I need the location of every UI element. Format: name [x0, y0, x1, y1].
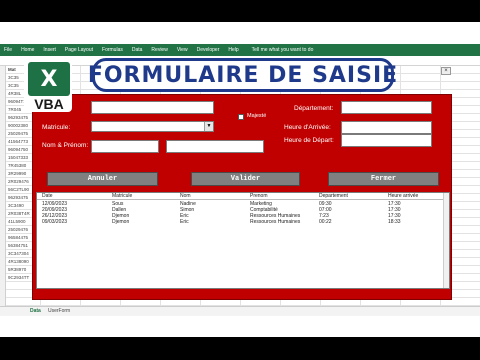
cell[interactable]: 2R038T4R: [8, 210, 34, 218]
list-cell: Djemon: [112, 219, 130, 225]
label-heure-depart: Heure de Départ:: [284, 137, 334, 144]
col-header-date: Date: [42, 193, 53, 199]
col-header-heure-arrivee: Heure arrivée: [388, 193, 419, 199]
cell[interactable]: 9C2934TT: [8, 274, 34, 282]
listbox-header: Date Matricule Nom Prenom Departement He…: [37, 193, 449, 200]
ribbon-tab-review[interactable]: Review: [151, 47, 167, 53]
valider-button[interactable]: Valider: [191, 172, 300, 186]
label-heure-arrivee: Heure d'Arrivée:: [284, 124, 331, 131]
cell[interactable]: 3C3490: [8, 202, 34, 210]
departement-field[interactable]: [341, 101, 432, 114]
cell[interactable]: 7R45380: [8, 162, 34, 170]
page-title: FORMULAIRE DE SAISIE: [87, 62, 399, 88]
list-row[interactable]: 09/03/2023 Djemon Eric Ressources Humain…: [37, 219, 449, 225]
list-cell: 18:33: [388, 219, 401, 225]
prenom-field[interactable]: [166, 140, 264, 153]
cell[interactable]: 15047333: [8, 154, 34, 162]
label-nom-prenom: Nom & Prénom:: [42, 142, 89, 149]
excel-icon: X: [28, 62, 70, 96]
ribbon-tab-formulas[interactable]: Formulas: [102, 47, 123, 53]
excel-vba-logo: X VBA: [24, 60, 72, 112]
cell[interactable]: 41L5900: [8, 218, 34, 226]
ribbon-tab-page-layout[interactable]: Page Layout: [65, 47, 93, 53]
cell[interactable]: 25029475: [8, 130, 34, 138]
fermer-button[interactable]: Fermer: [328, 172, 439, 186]
cell[interactable]: 3R29990: [8, 170, 34, 178]
cell[interactable]: 96293475: [8, 114, 34, 122]
col-header-prenom: Prenom: [250, 193, 268, 199]
cell[interactable]: 96094750: [8, 146, 34, 154]
majeste-checkbox[interactable]: [238, 114, 244, 120]
label-majeste: Majesté: [247, 113, 267, 119]
row-headers: [0, 66, 6, 306]
records-listbox[interactable]: Date Matricule Nom Prenom Departement He…: [36, 192, 450, 289]
title-banner: FORMULAIRE DE SAISIE: [88, 58, 397, 92]
cell[interactable]: 41564773: [8, 138, 34, 146]
sheet-tabs-bar: Data UserForm: [0, 306, 480, 316]
list-cell: Eric: [180, 219, 189, 225]
heure-arrivee-field[interactable]: [341, 121, 432, 134]
ribbon-tab-home[interactable]: Home: [21, 47, 34, 53]
label-matricule: Matricule:: [42, 124, 71, 131]
cell[interactable]: 90002380: [8, 122, 34, 130]
ribbon-tabs: File Home Insert Page Layout Formulas Da…: [0, 44, 480, 56]
ribbon-tab-data[interactable]: Data: [132, 47, 143, 53]
cell[interactable]: 96293475: [8, 194, 34, 202]
cell[interactable]: 56C2TL90: [8, 186, 34, 194]
cell[interactable]: 2R029476: [8, 178, 34, 186]
cell[interactable]: 5R38970: [8, 266, 34, 274]
vba-label: VBA: [34, 96, 64, 112]
col-header-nom: Nom: [180, 193, 191, 199]
cell[interactable]: 4R138090: [8, 258, 34, 266]
cell[interactable]: 56384751: [8, 242, 34, 250]
matricule-combobox[interactable]: ▼: [91, 121, 214, 132]
ribbon-tab-help[interactable]: Help: [228, 47, 238, 53]
ribbon-tab-insert[interactable]: Insert: [43, 47, 56, 53]
label-departement: Département:: [294, 105, 334, 112]
heure-depart-field[interactable]: [341, 134, 432, 147]
textbox-top[interactable]: [91, 101, 214, 114]
tell-me-search[interactable]: Tell me what you want to do: [252, 47, 314, 53]
ribbon-tab-view[interactable]: View: [177, 47, 188, 53]
list-cell: 09/03/2023: [42, 219, 68, 225]
col-header-matricule: Matricule: [112, 193, 133, 199]
ribbon-tab-file[interactable]: File: [4, 47, 12, 53]
list-cell: Ressources Humaines: [250, 219, 301, 225]
col-header-departement: Departement: [319, 193, 348, 199]
userform-close-button[interactable]: ×: [441, 67, 451, 75]
sheet-tab-userform[interactable]: UserForm: [48, 308, 70, 314]
nom-field[interactable]: [91, 140, 159, 153]
sheet-tab-data[interactable]: Data: [30, 308, 41, 314]
list-cell: 00:22: [319, 219, 332, 225]
cell[interactable]: 96584475: [8, 234, 34, 242]
letterbox-top: [0, 0, 480, 22]
chevron-down-icon[interactable]: ▼: [204, 122, 213, 131]
ribbon-tab-developer[interactable]: Developer: [197, 47, 220, 53]
screen: File Home Insert Page Layout Formulas Da…: [0, 0, 480, 360]
annuler-button[interactable]: Annuler: [47, 172, 158, 186]
cell[interactable]: 3C347304: [8, 250, 34, 258]
listbox-scrollbar[interactable]: [443, 193, 449, 288]
cell[interactable]: 25029476: [8, 226, 34, 234]
letterbox-bottom: [0, 337, 480, 360]
